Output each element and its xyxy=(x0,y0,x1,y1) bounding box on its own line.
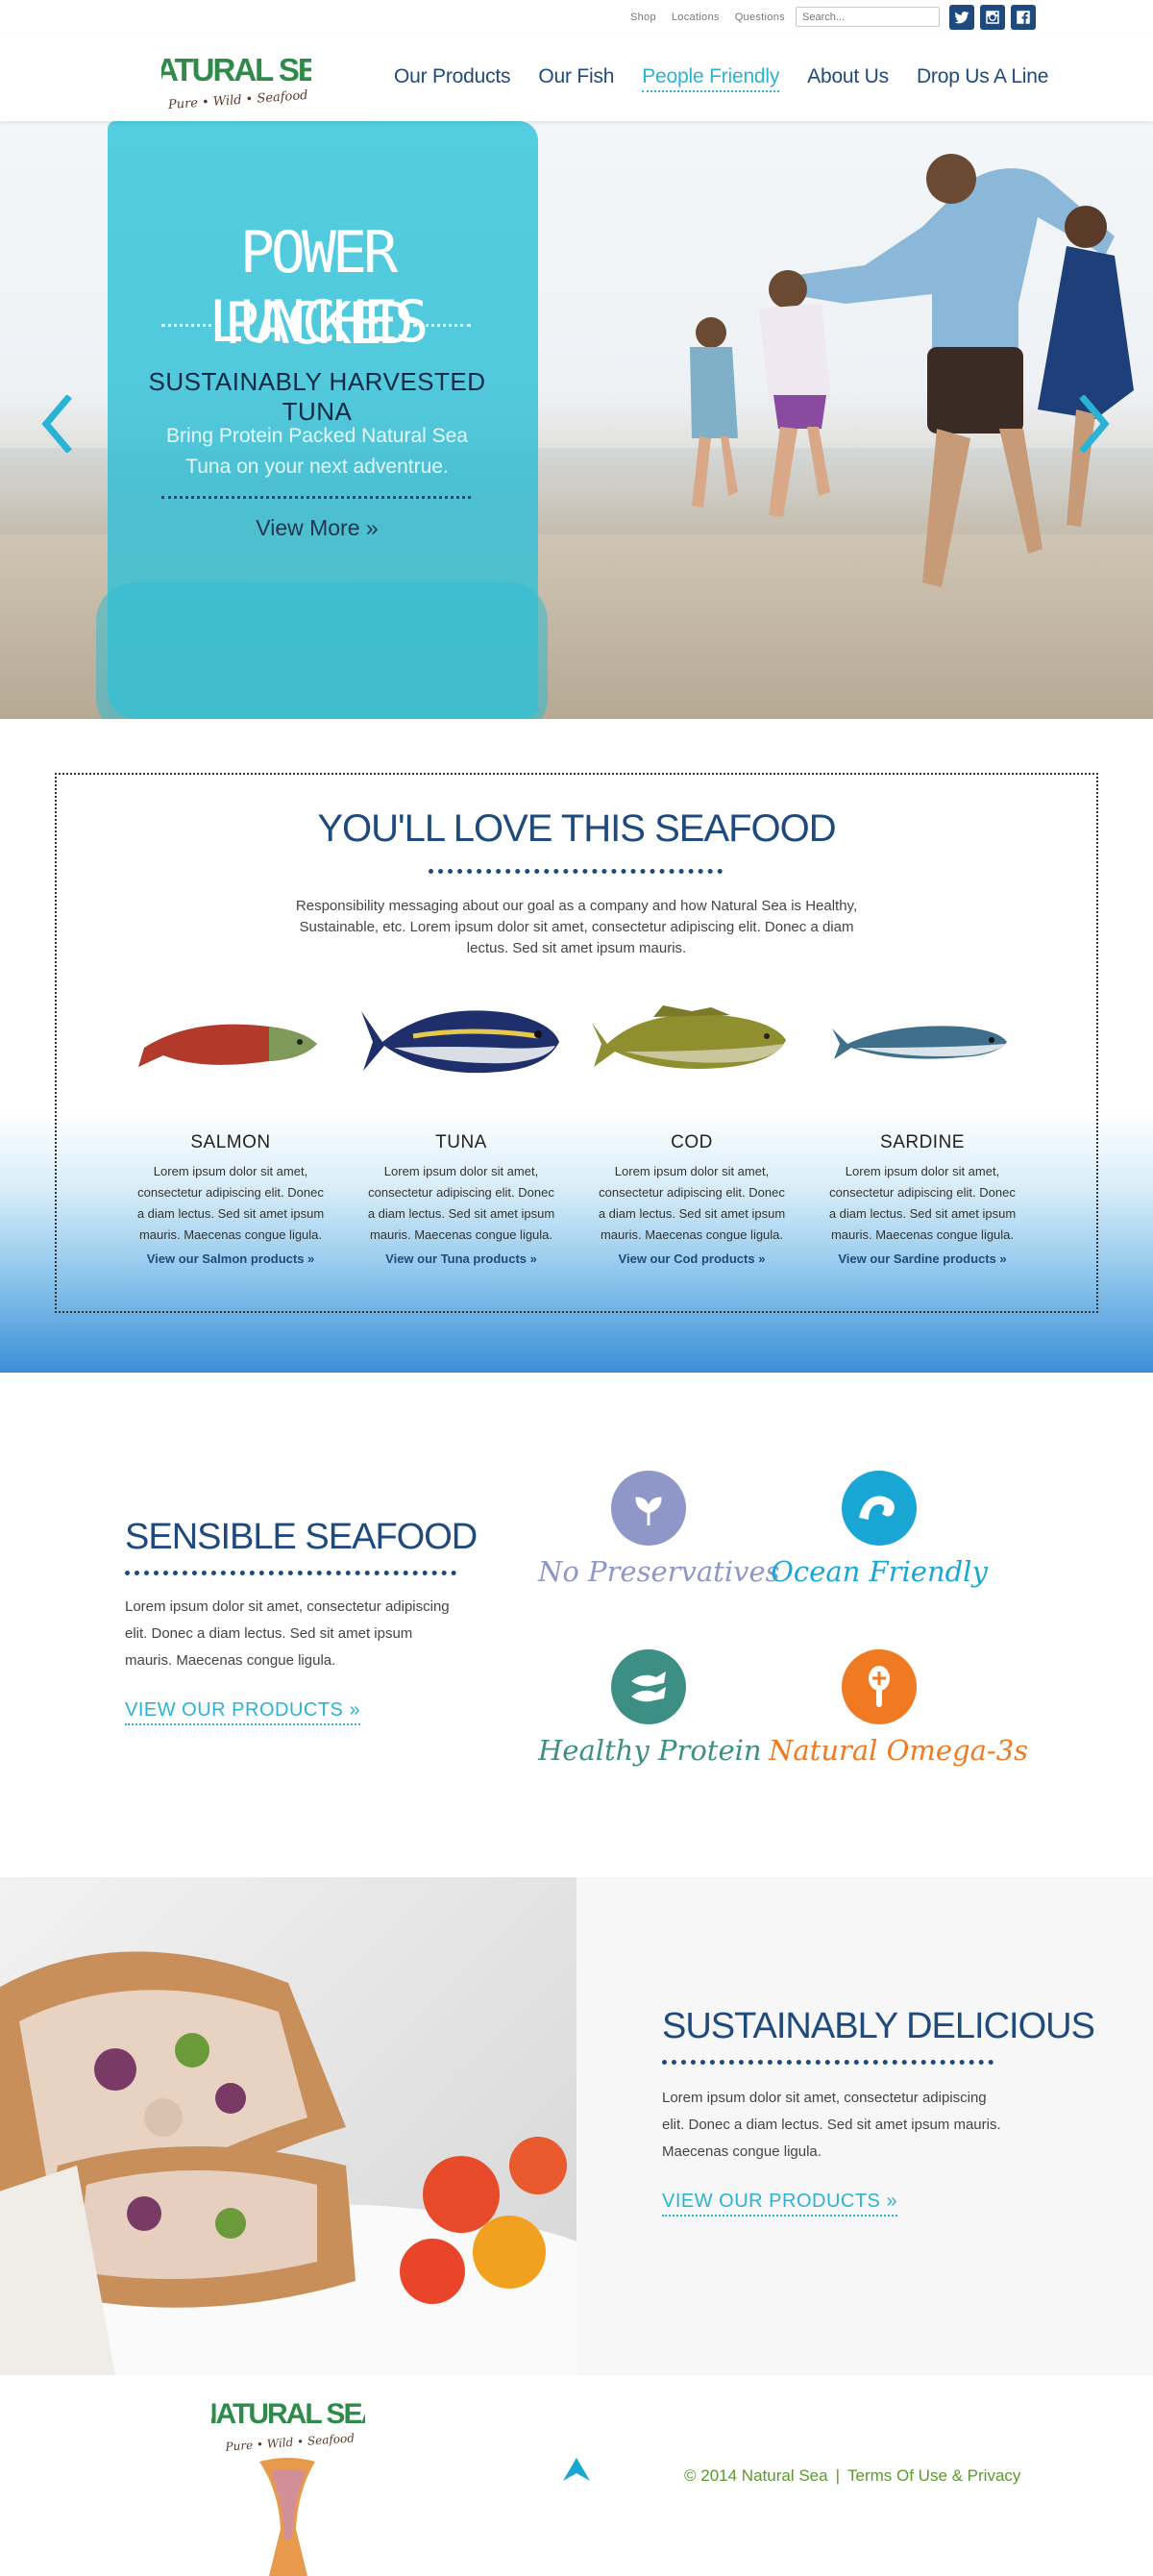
twitter-icon[interactable] xyxy=(949,5,974,30)
badge-label-healthy-protein: Healthy Protein xyxy=(538,1734,762,1767)
utility-links: Shop Locations Questions xyxy=(630,9,800,26)
sustainably-delicious-section: SUSTAINABLY DELICIOUS Lorem ipsum dolor … xyxy=(0,1877,1153,2375)
locations-link[interactable]: Locations xyxy=(672,9,720,26)
carousel-prev-icon[interactable] xyxy=(38,394,77,454)
salmon-image xyxy=(135,1024,317,1067)
hero-divider xyxy=(161,496,471,499)
site-footer: NATURAL SEA Pure • Wild • Seafood © 2014… xyxy=(0,2375,1153,2576)
nav-our-products[interactable]: Our Products xyxy=(394,65,511,92)
shop-link[interactable]: Shop xyxy=(630,9,656,26)
hero-subtitle: SUSTAINABLY HARVESTED TUNA xyxy=(148,367,486,426)
sensible-seafood-section: SENSIBLE SEAFOOD Lorem ipsum dolor sit a… xyxy=(0,1373,1153,1877)
beach-family-image xyxy=(690,154,1134,587)
site-header: NATURAL SEA Pure • Wild • Seafood Our Pr… xyxy=(0,37,1153,121)
fish-text-tuna: Lorem ipsum dolor sit amet, consectetur … xyxy=(367,1164,555,1242)
hero-description: Bring Protein Packed Natural Sea Tuna on… xyxy=(165,425,468,478)
carousel-next-icon[interactable] xyxy=(1074,394,1113,454)
logo-tagline: Pure • Wild • Seafood xyxy=(167,88,309,112)
nav-our-fish[interactable]: Our Fish xyxy=(538,65,614,92)
footer-links: © 2014 Natural Sea | Terms Of Use & Privac… xyxy=(684,2466,1020,2486)
fish-text-sardine: Lorem ipsum dolor sit amet, consectetur … xyxy=(828,1164,1017,1242)
fish-text-salmon: Lorem ipsum dolor sit amet, consectetur … xyxy=(136,1164,325,1242)
badge-label-ocean-friendly: Ocean Friendly xyxy=(771,1555,988,1588)
hero-title-line2: LUNCHES xyxy=(209,288,429,356)
nav-about-us[interactable]: About Us xyxy=(807,65,889,92)
badge-no-preservatives: No Preservatives xyxy=(538,1471,780,1588)
sensible-title-divider xyxy=(125,1571,456,1575)
main-nav: Our Products Our Fish People Friendly Ab… xyxy=(394,65,1076,92)
footer-logo[interactable]: NATURAL SEA Pure • Wild • Seafood xyxy=(211,2394,365,2576)
wave-icon xyxy=(842,1471,917,1546)
facebook-icon[interactable] xyxy=(1011,5,1036,30)
badge-label-no-preservatives: No Preservatives xyxy=(538,1555,780,1588)
sardine-image xyxy=(832,1026,1007,1059)
back-to-top-icon[interactable] xyxy=(561,2456,592,2483)
questions-link[interactable]: Questions xyxy=(735,9,785,26)
footer-logo-wordmark: NATURAL SEA xyxy=(211,2398,365,2430)
badge-natural-omega-3s: Natural Omega-3s xyxy=(769,1649,1029,1767)
footer-terms-link[interactable]: Terms Of Use & Privacy xyxy=(847,2466,1020,2485)
salmon-products-link[interactable]: View our Salmon products » xyxy=(125,1251,336,1266)
fish-name-cod: COD xyxy=(671,1132,713,1152)
leaf-icon xyxy=(611,1471,686,1546)
badge-healthy-protein: Healthy Protein xyxy=(538,1649,762,1767)
natural-sea-logo[interactable]: NATURAL SEA Pure • Wild • Seafood xyxy=(135,44,341,113)
seafood-title-divider xyxy=(429,869,723,874)
fish-card-tuna: TUNA Lorem ipsum dolor sit amet, consect… xyxy=(356,988,567,1266)
cod-image xyxy=(592,1005,786,1069)
seafood-section: YOU'LL LOVE THIS SEAFOOD Responsibility … xyxy=(0,719,1153,1373)
sensible-title: SENSIBLE SEAFOOD xyxy=(125,1517,478,1557)
sensible-view-products-link[interactable]: VIEW OUR PRODUCTS » xyxy=(125,1699,361,1725)
fish-name-sardine: SARDINE xyxy=(880,1132,965,1152)
hero-view-more-link[interactable]: View More » xyxy=(135,515,500,541)
spoon-icon xyxy=(842,1649,917,1724)
hero-title-divider-right xyxy=(413,324,471,327)
tuna-image xyxy=(361,1010,559,1074)
badge-ocean-friendly: Ocean Friendly xyxy=(769,1471,990,1588)
cod-products-link[interactable]: View our Cod products » xyxy=(586,1251,797,1266)
fish-name-tuna: TUNA xyxy=(435,1132,487,1152)
hero-watercolor-bleed xyxy=(96,582,548,719)
logo-wordmark: NATURAL SEA xyxy=(161,52,311,87)
fish-card-cod: COD Lorem ipsum dolor sit amet, consecte… xyxy=(586,988,797,1266)
hero-carousel: POWER PACKED LUNCHES SUSTAINABLY HARVEST… xyxy=(0,121,1153,719)
seafood-description: Responsibility messaging about our goal … xyxy=(295,898,858,956)
badge-label-natural-omega-3s: Natural Omega-3s xyxy=(769,1734,1029,1767)
instagram-icon[interactable] xyxy=(980,5,1005,30)
footer-separator: | xyxy=(835,2466,840,2485)
utility-bar: Shop Locations Questions xyxy=(0,0,1153,37)
footer-copyright: © 2014 Natural Sea xyxy=(684,2466,828,2485)
delicious-text: Lorem ipsum dolor sit amet, consectetur … xyxy=(662,2090,1001,2160)
delicious-title-divider xyxy=(662,2060,994,2065)
delicious-view-products-link[interactable]: VIEW OUR PRODUCTS » xyxy=(662,2191,898,2217)
fish-icon xyxy=(611,1649,686,1724)
delicious-title: SUSTAINABLY DELICIOUS xyxy=(662,2006,1095,2046)
fish-name-salmon: SALMON xyxy=(190,1132,271,1152)
footer-logo-tagline: Pure • Wild • Seafood xyxy=(224,2431,356,2453)
nav-people-friendly[interactable]: People Friendly xyxy=(642,65,779,92)
seafood-title: YOU'LL LOVE THIS SEAFOOD xyxy=(317,807,836,850)
fish-card-salmon: SALMON Lorem ipsum dolor sit amet, conse… xyxy=(125,988,336,1266)
fish-card-sardine: SARDINE Lorem ipsum dolor sit amet, cons… xyxy=(817,988,1028,1266)
tuna-products-link[interactable]: View our Tuna products » xyxy=(356,1251,567,1266)
nav-drop-us-a-line[interactable]: Drop Us A Line xyxy=(917,65,1048,92)
sardine-products-link[interactable]: View our Sardine products » xyxy=(817,1251,1028,1266)
fish-text-cod: Lorem ipsum dolor sit amet, consectetur … xyxy=(598,1164,786,1242)
search-input[interactable] xyxy=(796,7,940,27)
sensible-text: Lorem ipsum dolor sit amet, consectetur … xyxy=(125,1598,450,1669)
tuna-wrap-image xyxy=(0,1877,576,2375)
